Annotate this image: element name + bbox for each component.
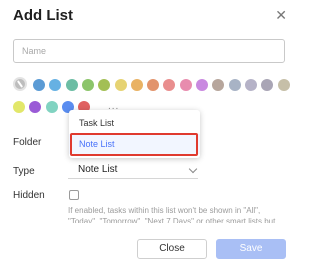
type-select[interactable]: Note List	[68, 163, 198, 179]
hidden-checkbox[interactable]	[69, 190, 79, 200]
name-input[interactable]	[13, 39, 285, 63]
color-swatch[interactable]	[65, 79, 78, 91]
color-swatch[interactable]	[114, 79, 127, 91]
color-swatch[interactable]	[45, 101, 58, 113]
color-swatch[interactable]	[261, 79, 274, 91]
hidden-label: Hidden	[13, 190, 45, 201]
color-swatch[interactable]	[130, 79, 143, 91]
color-swatch[interactable]	[33, 79, 45, 91]
menu-item-task-list[interactable]: Task List	[69, 113, 200, 133]
color-swatch[interactable]	[244, 79, 257, 91]
folder-label: Folder	[13, 137, 42, 148]
no-color-icon[interactable]	[13, 77, 27, 91]
color-swatch[interactable]	[98, 79, 111, 91]
color-swatch[interactable]	[163, 79, 176, 91]
color-swatch[interactable]	[81, 79, 94, 91]
save-button[interactable]: Save	[216, 239, 286, 259]
color-swatch[interactable]	[147, 79, 160, 91]
type-select-value: Note List	[78, 164, 118, 175]
color-swatch[interactable]	[49, 79, 62, 91]
close-icon[interactable]: ✕	[275, 8, 287, 22]
type-label: Type	[13, 166, 35, 177]
color-swatch[interactable]	[277, 79, 290, 91]
color-swatch[interactable]	[29, 101, 42, 113]
color-swatch[interactable]	[179, 79, 192, 91]
color-swatch[interactable]	[196, 79, 208, 91]
highlight-annotation	[70, 133, 198, 156]
color-swatch[interactable]	[228, 79, 241, 91]
hidden-hint: If enabled, tasks within this list won't…	[68, 206, 276, 223]
color-swatch[interactable]	[212, 79, 225, 91]
close-button[interactable]: Close	[137, 239, 207, 259]
chevron-down-icon	[188, 164, 198, 174]
add-list-dialog: Add List ✕ ... Folder Type Note List Hid…	[0, 0, 300, 268]
dialog-title: Add List	[13, 7, 73, 24]
color-swatch[interactable]	[13, 101, 25, 113]
